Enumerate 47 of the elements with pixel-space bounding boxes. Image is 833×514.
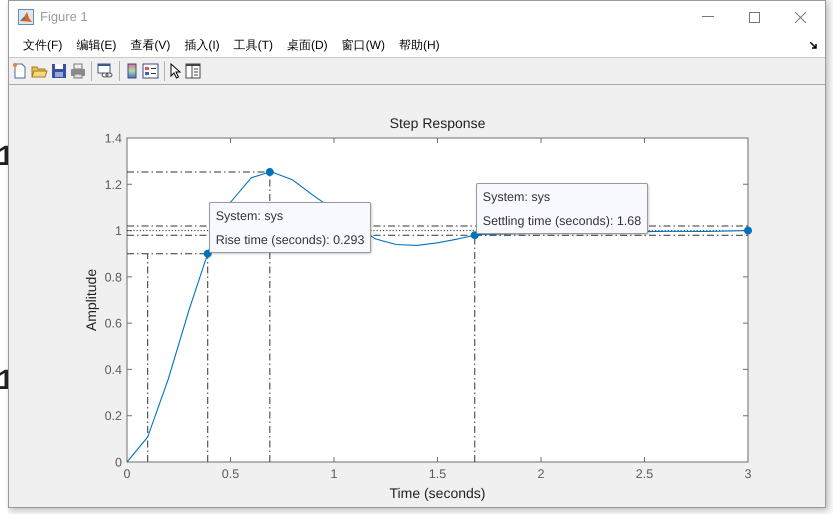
y-tick-label: 0	[115, 456, 122, 470]
y-tick-label: 1	[115, 224, 122, 238]
datatip[interactable]: System: sys Settling time (seconds): 1.68	[476, 183, 648, 234]
datatip-text: System: sys Rise time (seconds): 0.293	[216, 208, 364, 249]
app-icon	[18, 9, 34, 25]
y-tick-label: 0.4	[104, 362, 122, 377]
x-tick-label: 1.5	[428, 467, 446, 481]
data-marker[interactable]	[744, 226, 752, 235]
chart-title: Step Response	[390, 115, 486, 131]
datatip[interactable]: System: sys Rise time (seconds): 0.293	[208, 202, 372, 253]
x-tick-label: 2	[538, 467, 544, 481]
new-file-icon[interactable]	[12, 63, 28, 79]
x-tick-label: 0.5	[222, 467, 240, 481]
maximize-icon	[748, 12, 760, 22]
data-marker[interactable]	[470, 231, 479, 240]
property-panel-icon[interactable]	[185, 63, 201, 79]
window-title: Figure 1	[40, 8, 88, 26]
menu-item[interactable]: 查看(V)	[123, 34, 178, 56]
menu-item[interactable]: 帮助(H)	[392, 34, 447, 56]
menu-item[interactable]: 插入(I)	[177, 34, 227, 56]
menu-item[interactable]: 文件(F)	[16, 34, 70, 56]
x-tick-label: 1	[330, 467, 338, 481]
pointer-icon[interactable]	[170, 63, 182, 79]
x-axis-label: Time (seconds)	[390, 485, 486, 501]
printer-icon[interactable]	[70, 63, 86, 79]
y-tick-label: 0.2	[104, 409, 122, 424]
x-tick-label: 0	[124, 467, 130, 481]
minimize-icon	[702, 16, 714, 18]
menu-item[interactable]: 窗口(W)	[334, 34, 392, 56]
x-tick-label: 2.5	[636, 467, 654, 481]
y-tick-label: 1.4	[104, 132, 122, 146]
menu-item[interactable]: 桌面(D)	[280, 34, 335, 56]
close-icon	[794, 12, 806, 22]
data-marker[interactable]	[266, 168, 274, 176]
dock-arrow-icon[interactable]	[810, 42, 818, 49]
datatip-text: System: sys Settling time (seconds): 1.68	[482, 189, 642, 230]
linked-windows-icon[interactable]	[97, 63, 114, 79]
x-tick-label: 3	[744, 467, 752, 481]
save-icon[interactable]	[51, 63, 67, 79]
y-tick-label: 0.8	[104, 270, 122, 284]
y-tick-label: 1.2	[104, 178, 122, 192]
menu-item[interactable]: 工具(T)	[226, 34, 280, 56]
legend-icon[interactable]	[142, 63, 159, 79]
y-tick-label: 0.6	[104, 316, 122, 331]
menu-item[interactable]: 编辑(E)	[69, 34, 124, 56]
y-axis-label: Amplitude	[83, 268, 99, 332]
colorbar-icon[interactable]	[125, 63, 139, 79]
